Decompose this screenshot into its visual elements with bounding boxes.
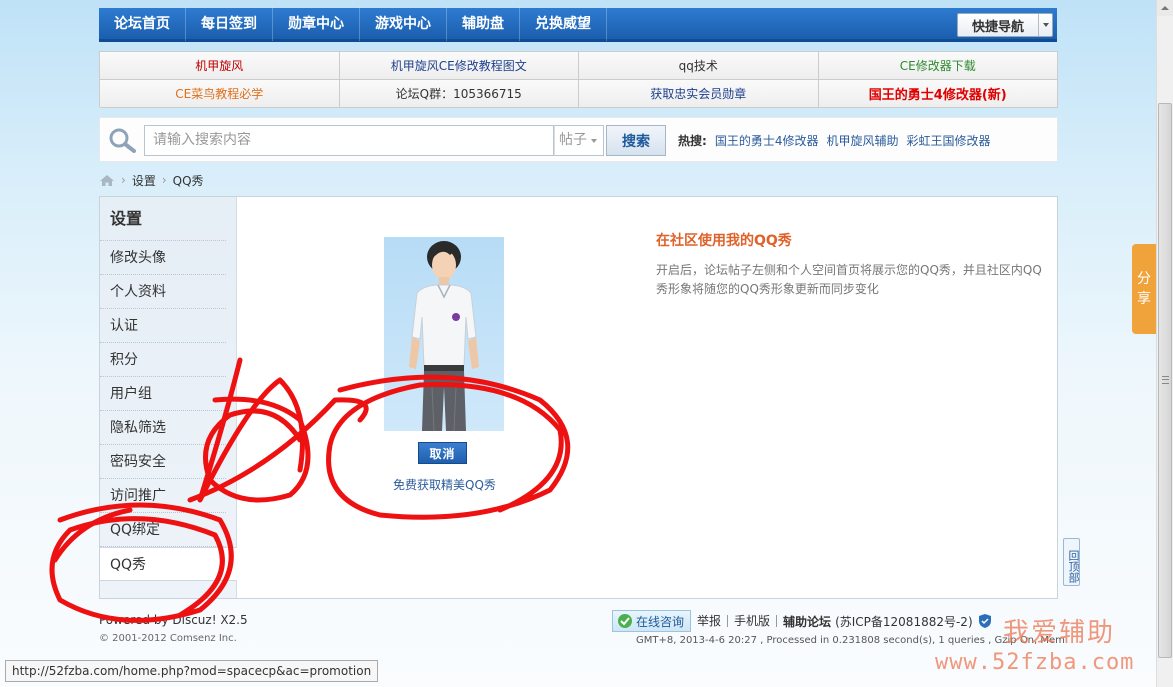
watermark-title: 我爱辅助 bbox=[1003, 618, 1116, 648]
promo-link-grid: 机甲旋风 机甲旋风CE修改教程图文 qq技术 CE修改器下载 CE菜鸟教程必学 … bbox=[99, 51, 1058, 108]
search-button[interactable]: 搜索 bbox=[606, 125, 666, 156]
promo-link[interactable]: qq技术 bbox=[579, 52, 819, 80]
settings-sidebar: 设置 修改头像 个人资料 认证 积分 用户组 隐私筛选 密码安全 访问推广 QQ… bbox=[100, 197, 237, 598]
hot-search-link[interactable]: 国王的勇士4修改器 bbox=[715, 132, 819, 149]
sidebar-item-qq-bind[interactable]: QQ绑定 bbox=[100, 513, 226, 547]
footer-mobile-link[interactable]: 手机版 bbox=[728, 615, 778, 627]
hot-search-link[interactable]: 彩虹王国修改器 bbox=[906, 132, 990, 149]
footer-gmt-info: GMT+8, 2013-4-6 20:27 , Processed in 0.2… bbox=[636, 635, 1065, 646]
copyright: © 2001-2012 Comsenz Inc. bbox=[99, 633, 237, 644]
chat-icon bbox=[618, 614, 632, 628]
online-consult-button[interactable]: 在线咨询 bbox=[612, 610, 692, 632]
info-description: 开启后，论坛帖子左侧和个人空间首页将展示您的QQ秀，并且社区内QQ秀形象将随您的… bbox=[656, 263, 1042, 296]
sidebar-item-profile[interactable]: 个人资料 bbox=[100, 275, 226, 309]
promo-link[interactable]: 获取忠实会员勋章 bbox=[579, 80, 819, 108]
nav-assist-disk[interactable]: 辅助盘 bbox=[447, 6, 520, 41]
breadcrumb: › 设置 › QQ秀 bbox=[99, 172, 204, 188]
cancel-button[interactable]: 取消 bbox=[418, 442, 467, 464]
sidebar-item-avatar[interactable]: 修改头像 bbox=[100, 241, 226, 275]
breadcrumb-separator: › bbox=[121, 173, 126, 187]
home-icon[interactable] bbox=[99, 174, 115, 187]
sidebar-item-credits[interactable]: 积分 bbox=[100, 343, 226, 377]
footer-site-name[interactable]: 辅助论坛 bbox=[777, 613, 831, 630]
nav-game-center[interactable]: 游戏中心 bbox=[360, 6, 447, 41]
nav-exchange-prestige[interactable]: 兑换威望 bbox=[520, 6, 607, 41]
back-to-top-button[interactable]: 回顶部 bbox=[1063, 538, 1080, 586]
breadcrumb-separator: › bbox=[161, 173, 167, 187]
info-title: 在社区使用我的QQ秀 bbox=[656, 233, 792, 249]
vertical-scrollbar[interactable] bbox=[1156, 0, 1173, 687]
sidebar-item-verify[interactable]: 认证 bbox=[100, 309, 226, 343]
status-bar-url: http://52fzba.com/home.php?mod=spacecp&a… bbox=[5, 660, 379, 682]
main-panel: 设置 修改头像 个人资料 认证 积分 用户组 隐私筛选 密码安全 访问推广 QQ… bbox=[99, 196, 1058, 599]
sidebar-item-promotion[interactable]: 访问推广 bbox=[100, 479, 226, 513]
footer-icp: (苏ICP备12081882号-2) bbox=[835, 614, 973, 629]
hot-search-link[interactable]: 机甲旋风辅助 bbox=[826, 132, 898, 149]
nav-daily-signin[interactable]: 每日签到 bbox=[186, 6, 273, 41]
top-nav-bar: 论坛首页 每日签到 勋章中心 游戏中心 辅助盘 兑换威望 快捷导航 bbox=[99, 6, 1057, 42]
shield-icon bbox=[978, 614, 991, 628]
chevron-down-icon bbox=[1038, 14, 1052, 36]
share-tab-char: 享 bbox=[1137, 291, 1151, 307]
sidebar-item-password[interactable]: 密码安全 bbox=[100, 445, 226, 479]
promo-link[interactable]: 机甲旋风 bbox=[100, 52, 340, 80]
promo-link[interactable]: 国王的勇士4修改器(新) bbox=[818, 80, 1058, 108]
chevron-down-icon bbox=[591, 139, 597, 143]
search-bar: 请输入搜索内容 帖子 搜索 热搜: 国王的勇士4修改器 机甲旋风辅助 彩虹王国修… bbox=[99, 117, 1058, 162]
qq-show-figure bbox=[409, 241, 479, 431]
breadcrumb-current: QQ秀 bbox=[172, 173, 204, 188]
promo-link[interactable]: CE修改器下载 bbox=[818, 52, 1058, 80]
promo-link[interactable]: 论坛Q群：105366715 bbox=[339, 80, 579, 108]
search-icon bbox=[109, 128, 136, 153]
promo-link[interactable]: 机甲旋风CE修改教程图文 bbox=[339, 52, 579, 80]
hot-search-label: 热搜: bbox=[678, 134, 707, 148]
nav-forum-home[interactable]: 论坛首页 bbox=[99, 6, 186, 41]
free-qq-show-link[interactable]: 免费获取精美QQ秀 bbox=[393, 476, 496, 493]
share-tab[interactable]: 分 享 bbox=[1132, 244, 1156, 334]
powered-by: Powered by Discuz! X2.5 bbox=[99, 613, 248, 627]
search-type-label: 帖子 bbox=[559, 132, 587, 148]
share-tab-char: 分 bbox=[1137, 271, 1151, 287]
breadcrumb-settings[interactable]: 设置 bbox=[132, 172, 156, 189]
sidebar-title: 设置 bbox=[100, 197, 226, 241]
sidebar-item-qq-show[interactable]: QQ秀 bbox=[100, 547, 237, 581]
promo-link[interactable]: CE菜鸟教程必学 bbox=[100, 80, 340, 108]
scrollbar-thumb[interactable] bbox=[1158, 103, 1172, 658]
online-consult-label: 在线咨询 bbox=[636, 614, 685, 629]
watermark-url: www.52fzba.com bbox=[935, 650, 1135, 675]
quick-nav-dropdown[interactable]: 快捷导航 bbox=[957, 13, 1053, 37]
search-input[interactable]: 请输入搜索内容 bbox=[144, 125, 554, 156]
footer-links: 在线咨询 举报 手机版 辅助论坛 (苏ICP备12081882号-2) bbox=[612, 610, 993, 632]
nav-medal-center[interactable]: 勋章中心 bbox=[273, 6, 360, 41]
footer-report-link[interactable]: 举报 bbox=[691, 615, 729, 627]
sidebar-item-usergroup[interactable]: 用户组 bbox=[100, 377, 226, 411]
quick-nav-label: 快捷导航 bbox=[971, 19, 1024, 35]
hot-search: 热搜: 国王的勇士4修改器 机甲旋风辅助 彩虹王国修改器 bbox=[678, 132, 990, 149]
qq-show-avatar bbox=[384, 237, 504, 431]
search-type-select[interactable]: 帖子 bbox=[554, 125, 604, 156]
scroll-up-arrow-icon[interactable] bbox=[1157, 0, 1173, 16]
sidebar-item-privacy[interactable]: 隐私筛选 bbox=[100, 411, 226, 445]
